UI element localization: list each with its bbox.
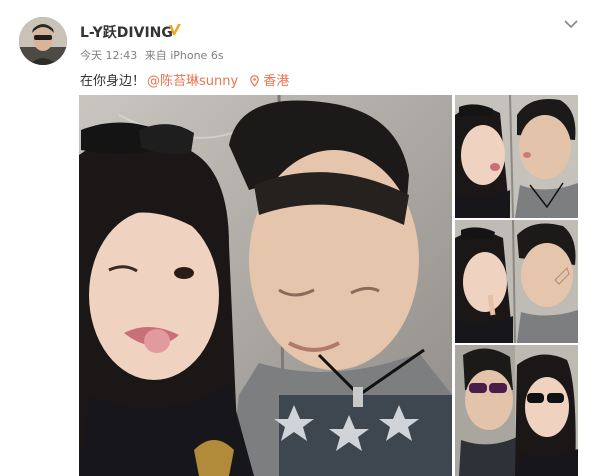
username-link[interactable]: L-Y跃DIVING <box>80 22 173 42</box>
location-label: 香港 <box>263 74 290 89</box>
chevron-down-icon[interactable] <box>562 16 580 32</box>
user-avatar[interactable] <box>19 17 67 65</box>
mention-link[interactable]: @陈苔琳sunny <box>147 74 238 89</box>
post-photo-4[interactable] <box>455 345 578 476</box>
post-text-body: 在你身边！ <box>80 74 146 89</box>
post-source: 来自 iPhone 6s <box>144 49 224 62</box>
post-timestamp[interactable]: 今天 12:43 <box>80 49 137 62</box>
location-pin-icon <box>250 75 260 87</box>
post-photo-1[interactable] <box>79 95 452 476</box>
post-photo-2[interactable] <box>455 95 578 218</box>
verified-badge-icon <box>169 24 181 35</box>
location-link[interactable]: 香港 <box>250 74 289 89</box>
post-meta: 今天 12:43 来自 iPhone 6s <box>80 47 224 63</box>
post-content: 在你身边！ @陈苔琳sunny 香港 <box>80 70 289 89</box>
post-photo-3[interactable] <box>455 220 578 343</box>
